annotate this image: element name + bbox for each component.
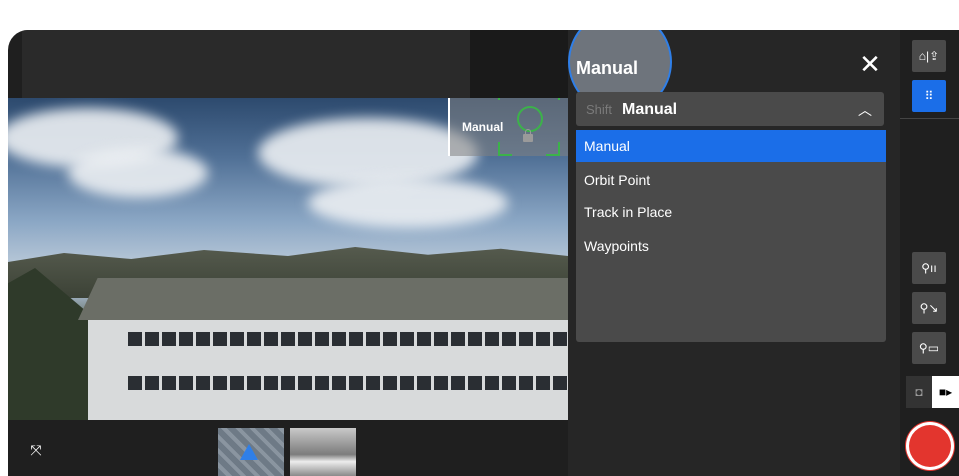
right-control-rail: ⌂|⇪ ⠿ ⚲ıı ⚲↘ ⚲▭ ◘ ■▸	[900, 30, 959, 476]
bottom-bar: ⤧	[8, 420, 568, 476]
cloud	[68, 148, 208, 198]
reticle-ring	[517, 106, 543, 132]
video-top-right-area	[470, 30, 568, 98]
camera-feed[interactable]: Manual	[8, 98, 568, 420]
reticle-corner	[498, 142, 512, 156]
option-waypoints[interactable]: Waypoints	[576, 230, 886, 262]
home-return-button[interactable]: ⌂|⇪	[912, 40, 946, 72]
capture-mode-toggle[interactable]: ◘ ■▸	[906, 376, 959, 408]
photo-mode-icon[interactable]: ◘	[906, 376, 932, 408]
window-row	[128, 376, 568, 390]
grid-menu-button[interactable]: ⠿	[912, 80, 946, 112]
reticle-corner	[546, 98, 560, 100]
secondary-camera-thumbnail[interactable]	[290, 428, 356, 476]
chevron-up-icon: ︿	[858, 102, 872, 118]
video-top-bar	[22, 30, 470, 98]
select-prefix: Shift	[586, 102, 613, 117]
option-manual[interactable]: Manual	[576, 130, 886, 162]
record-button[interactable]	[906, 422, 954, 470]
lock-icon	[523, 129, 533, 142]
tracking-reticle[interactable]	[498, 98, 560, 156]
building-roof	[78, 278, 568, 320]
fullscreen-icon[interactable]: ⤧	[28, 442, 44, 458]
gimbal-control-button[interactable]: ⚲ıı	[912, 252, 946, 284]
window-row	[128, 332, 568, 346]
video-mode-icon[interactable]: ■▸	[932, 376, 959, 408]
option-orbit-point[interactable]: Orbit Point	[576, 164, 886, 196]
app-window: Manual ⤧ Manual ✕ Shift Manual ︿ Manual …	[8, 30, 959, 476]
rail-divider	[900, 118, 959, 119]
panel-title: Manual	[576, 58, 639, 78]
reticle-corner	[498, 98, 512, 100]
flight-mode-panel: Manual ✕ Shift Manual ︿ Manual Orbit Poi…	[568, 30, 900, 476]
building	[88, 320, 568, 420]
drone-heading-icon	[240, 444, 258, 460]
gimbal-tilt-button[interactable]: ⚲↘	[912, 292, 946, 324]
select-value: Manual	[622, 101, 678, 118]
option-track-in-place[interactable]: Track in Place	[576, 196, 886, 228]
cloud	[258, 118, 478, 188]
close-icon[interactable]: ✕	[858, 51, 882, 77]
camera-settings-button[interactable]: ⚲▭	[912, 332, 946, 364]
cloud	[308, 178, 508, 228]
flight-mode-tag: Manual	[448, 98, 568, 156]
flight-mode-dropdown: Manual Orbit Point Track in Place Waypoi…	[576, 130, 886, 342]
reticle-corner	[546, 142, 560, 156]
map-thumbnail[interactable]	[218, 428, 284, 476]
flight-mode-select[interactable]: Shift Manual ︿	[576, 92, 884, 126]
